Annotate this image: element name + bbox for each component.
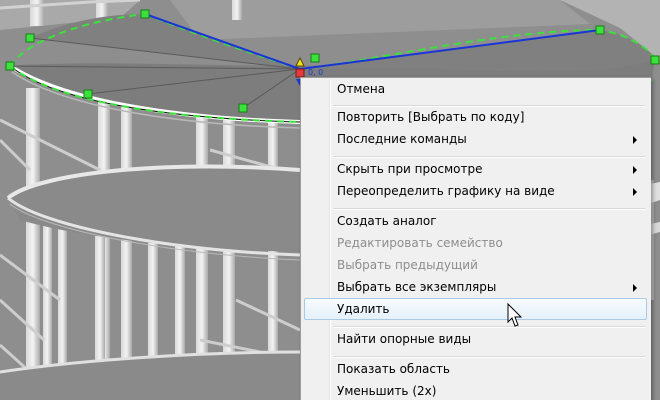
submenu-arrow-icon [633,166,637,174]
menu-item-label: Скрыть при просмотре [337,162,483,176]
menu-item-label: Найти опорные виды [337,332,472,346]
menu-item-label: Переопределить графику на виде [337,184,555,198]
submenu-arrow-icon [633,136,637,144]
menu-item-select-previous: Выбрать предыдущий [304,254,647,276]
menu-item-zoom-out[interactable]: Уменьшить (2x) [304,380,647,400]
menu-item-label: Отмена [337,82,386,96]
menu-item-label: Удалить [337,302,390,316]
submenu-arrow-icon [633,284,637,292]
revit-3d-viewport[interactable]: 0, 0 Отмена Повторить [Выбрать по коду] По… [0,0,660,400]
menu-item-label: Выбрать предыдущий [337,258,478,272]
submenu-arrow-icon [633,188,637,196]
menu-item-select-all-instances[interactable]: Выбрать все экземпляры [304,276,647,298]
menu-item-label: Последние команды [337,132,467,146]
menu-item-override-graphics[interactable]: Переопределить графику на виде [304,180,647,202]
menu-item-label: Уменьшить (2x) [337,384,437,398]
menu-item-delete[interactable]: Удалить [304,298,647,320]
mouse-pointer-icon [507,303,523,327]
menu-item-label: Создать аналог [337,214,437,228]
menu-item-label: Повторить [Выбрать по коду] [337,110,525,124]
grip-text: 0, 0 [308,68,323,77]
menu-item-hide-in-view[interactable]: Скрыть при просмотре [304,158,647,180]
menu-item-create-similar[interactable]: Создать аналог [304,210,647,232]
context-menu[interactable]: Отмена Повторить [Выбрать по коду] Последн… [300,77,651,400]
menu-item-label: Выбрать все экземпляры [337,280,497,294]
menu-item-show-area[interactable]: Показать область [304,358,647,380]
menu-item-edit-family: Редактировать семейство [304,232,647,254]
menu-item-label: Показать область [337,362,451,376]
menu-item-recent-commands[interactable]: Последние команды [304,128,647,150]
menu-item-repeat[interactable]: Повторить [Выбрать по коду] [304,106,647,128]
menu-item-find-reference-views[interactable]: Найти опорные виды [304,328,647,350]
menu-item-label: Редактировать семейство [337,236,503,250]
menu-item-cancel[interactable]: Отмена [304,78,647,100]
